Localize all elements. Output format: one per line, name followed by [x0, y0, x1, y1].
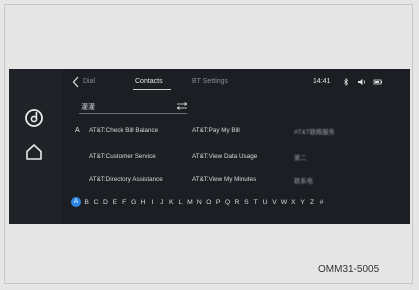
tab-bt-settings[interactable]: BT Settings: [192, 78, 228, 85]
alphabet-letter-c[interactable]: C: [91, 199, 100, 206]
search-field[interactable]: 灌灌: [79, 100, 187, 114]
volume-icon: [358, 79, 366, 85]
music-disc-icon[interactable]: [21, 105, 47, 131]
alphabet-letter-p[interactable]: P: [213, 199, 222, 206]
alphabet-letter-g[interactable]: G: [129, 199, 138, 206]
list-item[interactable]: AT&T:View My Minutes: [192, 176, 256, 183]
alphabet-letter-b[interactable]: B: [82, 199, 91, 206]
list-item[interactable]: AT&T:View Data Usage: [192, 153, 257, 160]
alphabet-letter-q[interactable]: Q: [223, 199, 232, 206]
alphabet-letter-y[interactable]: Y: [298, 199, 307, 206]
alphabet-letter-u[interactable]: U: [260, 199, 269, 206]
alphabet-letter-k[interactable]: K: [167, 199, 176, 206]
alphabet-letter-x[interactable]: X: [289, 199, 298, 206]
alphabet-letter-n[interactable]: N: [195, 199, 204, 206]
alphabet-letter-h[interactable]: H: [138, 199, 147, 206]
tab-contacts[interactable]: Contacts: [135, 78, 163, 85]
infotainment-screen: Dial Contacts BT Settings 14:41 灌灌 A AT&…: [9, 69, 410, 224]
alphabet-letter-m[interactable]: M: [185, 199, 194, 206]
alphabet-letter-r[interactable]: R: [232, 199, 241, 206]
battery-icon: [373, 79, 382, 85]
list-item[interactable]: AT&T:Pay My Bill: [192, 127, 240, 134]
list-item[interactable]: AT&T:Customer Service: [89, 153, 156, 160]
active-tab-indicator: [133, 89, 171, 90]
search-input[interactable]: 灌灌: [81, 102, 95, 112]
top-bar: Dial Contacts BT Settings 14:41: [61, 69, 410, 95]
alphabet-letter-z[interactable]: Z: [307, 199, 316, 206]
list-item[interactable]: AT&T:Check Bill Balance: [89, 127, 158, 134]
alphabet-letter-d[interactable]: D: [101, 199, 110, 206]
alphabet-letter-a[interactable]: A: [71, 197, 81, 207]
list-item[interactable]: AT&T:Directory Assistance: [89, 176, 163, 183]
alphabet-letter-f[interactable]: F: [120, 199, 129, 206]
list-item[interactable]: 联系电: [294, 176, 313, 185]
back-chevron-icon[interactable]: [71, 76, 81, 88]
section-letter: A: [75, 127, 80, 134]
alphabet-index-bar: A B C D E F G H I J K L M N O P Q R S T U V W X Y Z #: [71, 196, 326, 208]
alphabet-letter-hash[interactable]: #: [317, 199, 326, 206]
list-item[interactable]: AT&T联络服务: [294, 127, 335, 136]
bluetooth-icon: [344, 78, 349, 86]
alphabet-letter-s[interactable]: S: [242, 199, 251, 206]
left-rail: [9, 69, 61, 224]
alphabet-letter-j[interactable]: J: [157, 199, 166, 206]
tab-dial[interactable]: Dial: [83, 78, 95, 85]
clock: 14:41: [313, 78, 331, 85]
figure-code: OMM31-5005: [318, 264, 380, 275]
alphabet-letter-v[interactable]: V: [270, 199, 279, 206]
alphabet-letter-i[interactable]: I: [148, 199, 157, 206]
alphabet-letter-l[interactable]: L: [176, 199, 185, 206]
alphabet-letter-o[interactable]: O: [204, 199, 213, 206]
search-underline: [79, 113, 187, 114]
alphabet-letter-e[interactable]: E: [110, 199, 119, 206]
list-item[interactable]: 第二: [294, 153, 307, 162]
home-icon[interactable]: [21, 139, 47, 165]
alphabet-letter-t[interactable]: T: [251, 199, 260, 206]
alphabet-letter-w[interactable]: W: [279, 199, 288, 206]
sort-icon[interactable]: [177, 102, 187, 110]
